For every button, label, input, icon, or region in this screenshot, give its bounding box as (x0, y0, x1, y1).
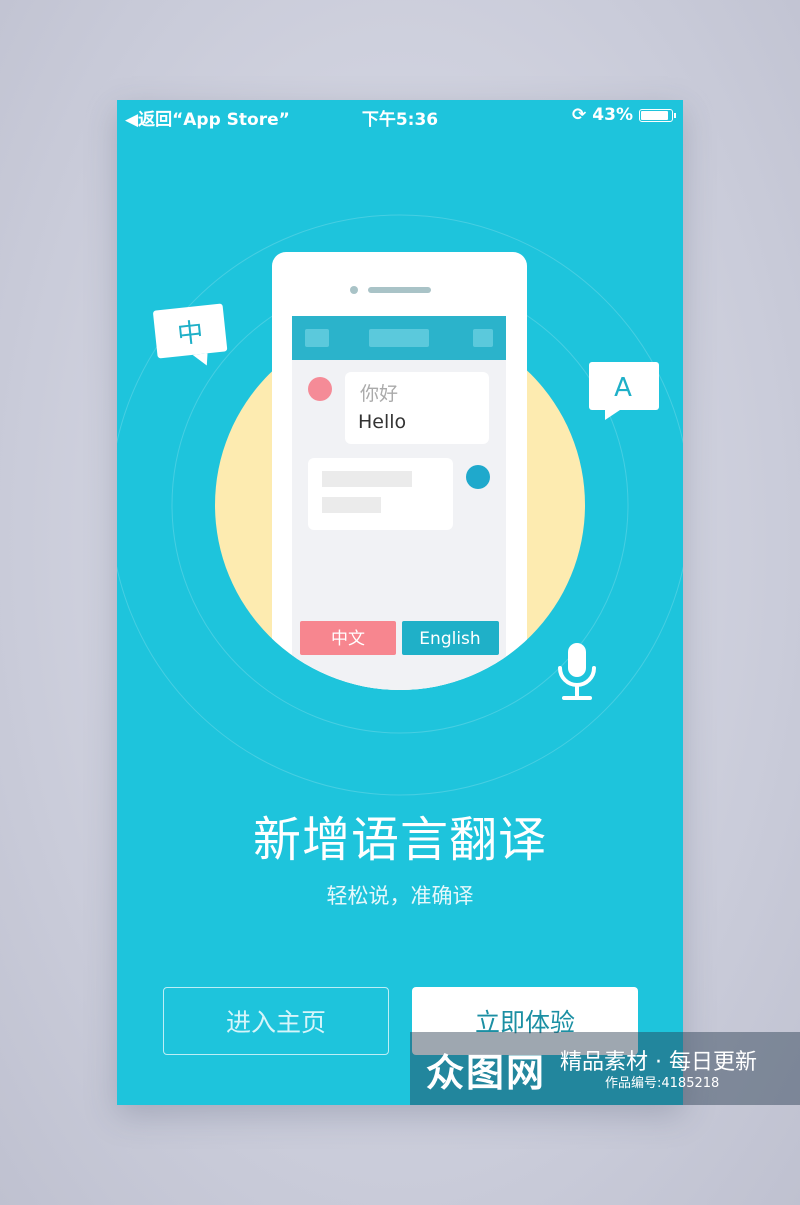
avatar-blue (466, 465, 490, 489)
chinese-speech-bubble-icon: 中 (153, 303, 228, 366)
watermark-id: 作品编号:4185218 (605, 1076, 720, 1091)
translation-illustration: 你好 Hello 中文 English 中 A (117, 214, 683, 796)
microphone-icon (558, 643, 596, 700)
avatar-pink (308, 377, 332, 401)
enter-home-button[interactable]: 进入主页 (163, 987, 389, 1055)
page-subtitle: 轻松说，准确译 (326, 884, 474, 908)
watermark-logo: 众图网 (426, 1051, 547, 1095)
svg-text:中: 中 (176, 318, 205, 351)
app-screen: ◀返回“App Store” 下午5:36 ⟳ 43% 你好 Hello 中文 … (117, 100, 683, 1105)
chat-text-chinese: 你好 (360, 383, 398, 405)
svg-text:A: A (614, 373, 632, 403)
svg-text:中文: 中文 (331, 629, 365, 649)
svg-text:English: English (419, 629, 480, 649)
page-title: 新增语言翻译 (252, 812, 547, 868)
watermark: 众图网 精品素材 · 每日更新 作品编号:4185218 (410, 1032, 800, 1105)
chat-text-english: Hello (358, 411, 406, 433)
phone-mockup: 你好 Hello 中文 English (272, 252, 527, 690)
letter-a-speech-bubble-icon: A (589, 362, 659, 420)
